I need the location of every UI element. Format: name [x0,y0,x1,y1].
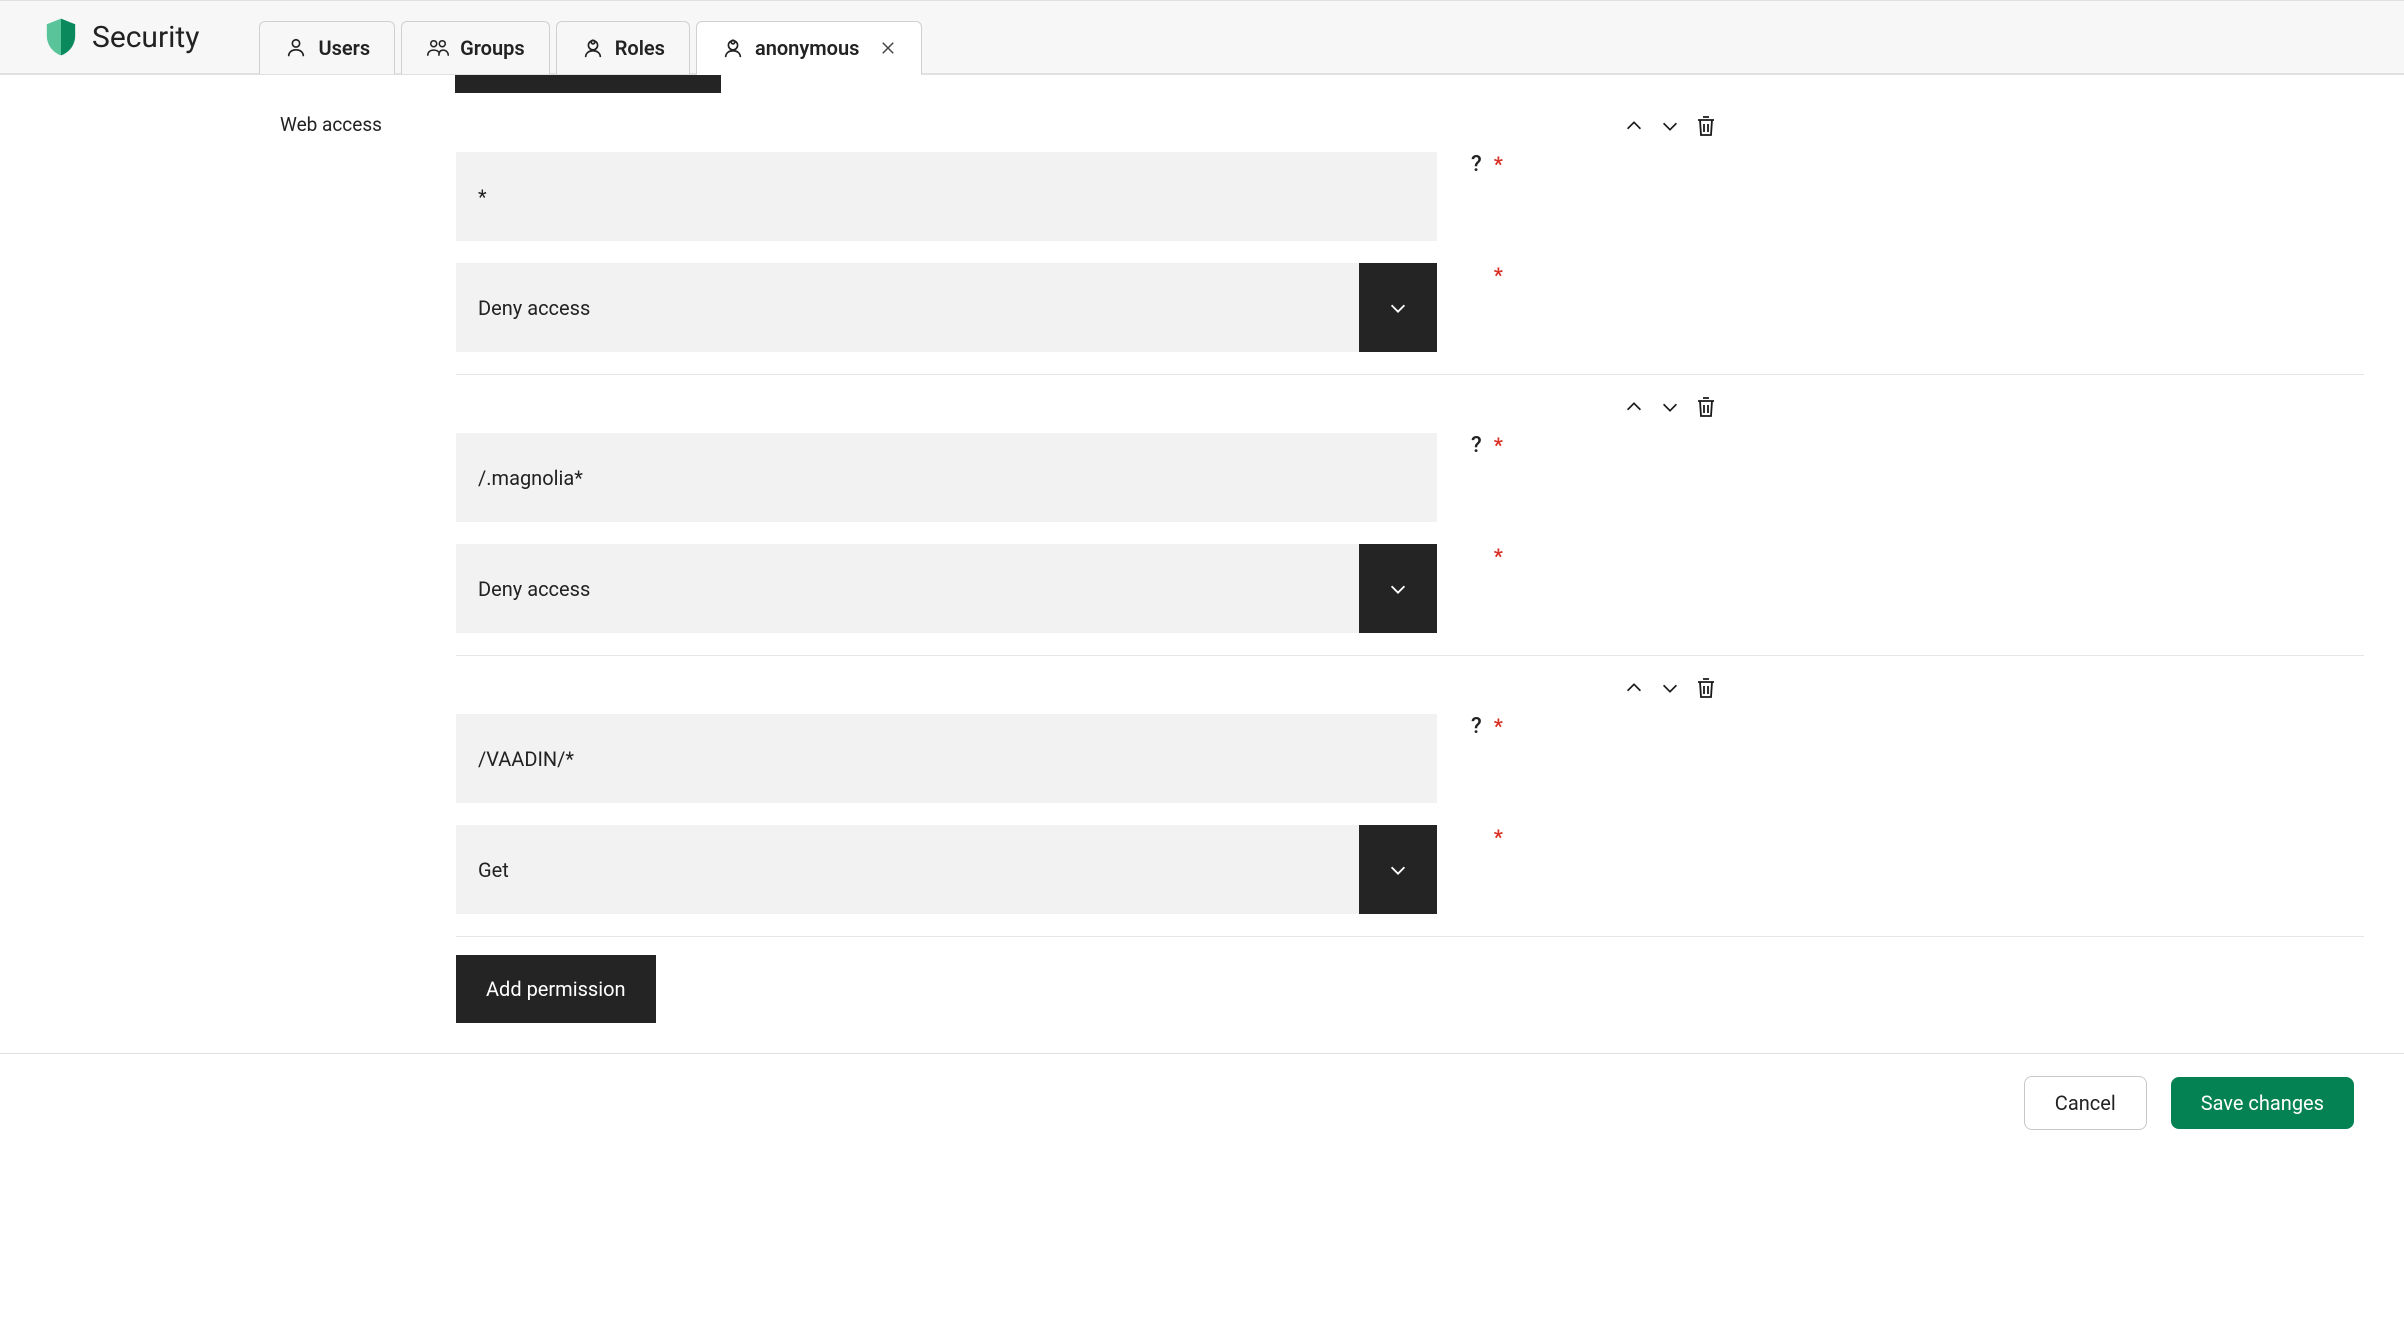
shield-icon [44,17,78,57]
tab-users[interactable]: Users [259,21,395,74]
close-icon[interactable] [879,39,897,57]
row-controls [456,393,1740,421]
help-icon[interactable]: ? [1471,714,1482,739]
users-icon [426,37,450,59]
row-controls [456,112,1740,140]
cancel-button[interactable]: Cancel [2024,1076,2147,1130]
user-icon [284,37,308,59]
permission-row: ? * Deny access ? * [456,112,2364,375]
help-icon[interactable]: ? [1471,433,1482,458]
required-indicator: * [1494,152,1503,176]
save-button[interactable]: Save changes [2171,1077,2354,1129]
access-select[interactable]: Get [456,825,1437,914]
required-indicator: * [1494,714,1503,738]
row-controls [456,674,1740,702]
tab-label: anonymous [755,36,859,60]
delete-button[interactable] [1692,674,1720,702]
required-indicator: * [1494,825,1503,849]
permission-row: ? * Get ? * [456,674,2364,937]
access-select-label: Get [456,825,1359,914]
header-bar: Security Users Groups [0,7,2404,74]
tab-roles[interactable]: Roles [556,21,690,74]
move-up-button[interactable] [1620,393,1648,421]
chevron-down-icon [1359,544,1437,633]
permission-row: ? * Deny access ? * [456,393,2364,656]
delete-button[interactable] [1692,393,1720,421]
role-icon [581,37,605,59]
required-indicator: * [1494,263,1503,287]
help-icon[interactable]: ? [1471,152,1482,177]
app-title-group: Security [44,17,199,73]
required-indicator: * [1494,544,1503,568]
move-down-button[interactable] [1656,393,1684,421]
chevron-down-icon [1359,825,1437,914]
tab-label: Roles [615,36,665,60]
access-select-label: Deny access [456,544,1359,633]
path-input[interactable] [456,714,1437,803]
footer-actions: Cancel Save changes [0,1054,2404,1152]
delete-button[interactable] [1692,112,1720,140]
role-icon [721,37,745,59]
tab-bar: Users Groups Roles [259,21,928,73]
access-select[interactable]: Deny access [456,544,1437,633]
path-input[interactable] [456,152,1437,241]
tab-anonymous[interactable]: anonymous [696,21,922,74]
required-indicator: * [1494,433,1503,457]
path-input[interactable] [456,433,1437,522]
app-title: Security [92,20,199,55]
tab-label: Users [318,36,370,60]
move-down-button[interactable] [1656,674,1684,702]
access-select[interactable]: Deny access [456,263,1437,352]
move-up-button[interactable] [1620,674,1648,702]
move-down-button[interactable] [1656,112,1684,140]
access-select-label: Deny access [456,263,1359,352]
tab-label: Groups [460,36,525,60]
move-up-button[interactable] [1620,112,1648,140]
chevron-down-icon [1359,263,1437,352]
tab-groups[interactable]: Groups [401,21,550,74]
cropped-element-remnant [455,75,721,93]
add-permission-button[interactable]: Add permission [456,955,656,1023]
